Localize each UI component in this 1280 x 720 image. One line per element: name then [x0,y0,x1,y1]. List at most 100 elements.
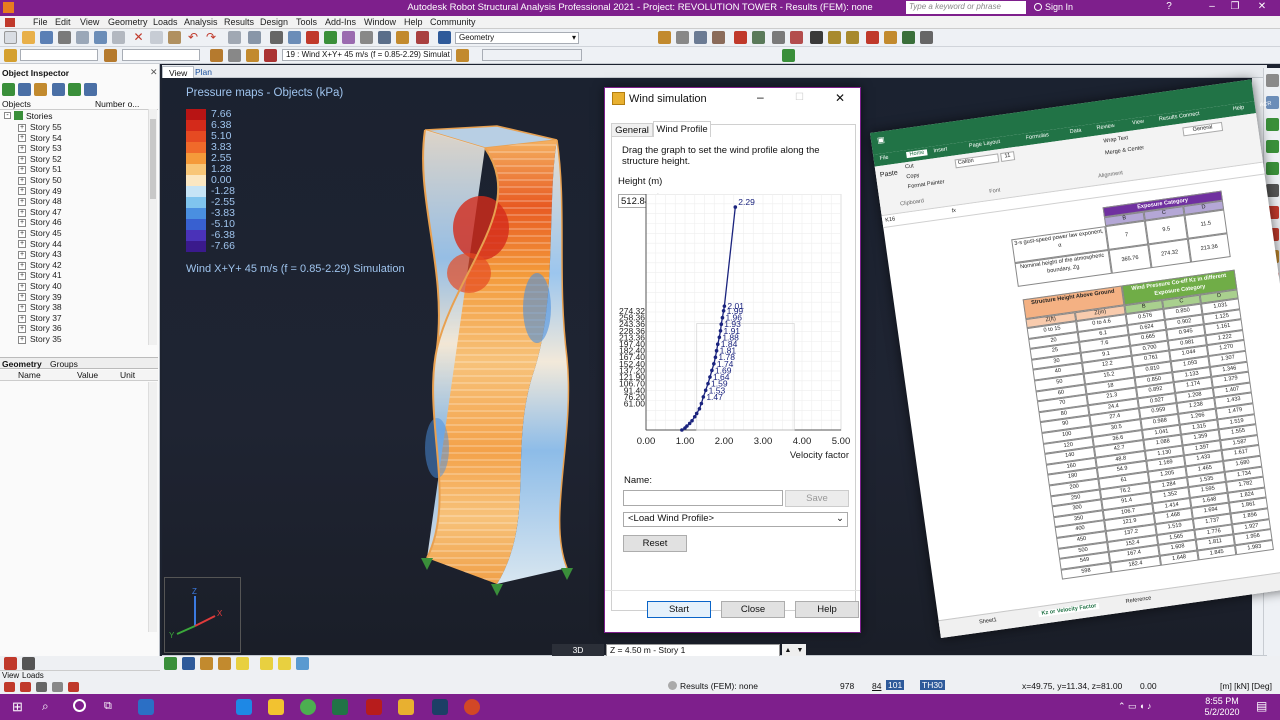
status-icon[interactable] [52,682,63,692]
tree-item-story[interactable]: + Story 38 [18,302,62,312]
status-tab-loads[interactable]: Loads [22,671,44,680]
brush-icon[interactable] [658,31,671,44]
tree-item-story[interactable]: + Story 45 [18,228,62,238]
dialog-minimize-button[interactable]: – [757,90,764,104]
tree-item-story[interactable]: + Story 37 [18,313,62,323]
tool-icon-6[interactable] [1266,184,1279,197]
redo-icon[interactable]: ↷ [206,31,219,44]
menu-design[interactable]: Design [260,17,288,27]
member-icon[interactable] [360,31,373,44]
store-icon[interactable] [138,699,154,715]
tree-item-story[interactable]: + Story 39 [18,292,62,302]
expand-icon[interactable]: + [18,282,26,291]
expand-icon[interactable]: + [18,176,26,185]
tree-item-story[interactable]: + Story 51 [18,164,62,174]
print-icon[interactable] [58,31,71,44]
minimize-button[interactable]: – [1205,1,1219,12]
select-icon[interactable] [104,49,117,62]
filter-input[interactable] [122,49,200,61]
excel-icon[interactable] [332,699,348,715]
tables-icon[interactable] [228,31,241,44]
search-input[interactable]: Type a keyword or phrase [906,1,1026,14]
print-composer-icon[interactable] [112,31,125,44]
expand-icon[interactable]: + [18,303,26,312]
tree-item-story[interactable]: + Story 54 [18,133,62,143]
view-tool-icon[interactable] [260,657,273,670]
file-explorer-icon[interactable] [268,699,284,715]
panel-icon[interactable] [694,31,707,44]
wind-profile-chart[interactable]: 0.00 1.00 2.00 3.00 4.00 5.00 Velocity factor 2… [605,194,855,474]
profile-name-input[interactable] [623,490,783,506]
selection-input[interactable] [20,49,98,61]
tree-scrollbar-thumb[interactable] [150,119,156,199]
preview-icon[interactable] [76,31,89,44]
new-icon[interactable] [4,31,17,44]
reactions-icon[interactable] [306,31,319,44]
chrome-icon[interactable] [300,699,316,715]
status-icon[interactable] [4,682,15,692]
expand-icon[interactable]: + [18,314,26,323]
green-tool-icon[interactable] [902,31,915,44]
menu-help[interactable]: Help [404,17,423,27]
close-button-dialog[interactable]: Close [721,601,785,618]
tree-item-story[interactable]: + Story 49 [18,186,62,196]
edit-icon[interactable] [68,83,81,96]
material-icon[interactable] [734,31,747,44]
tool-icon[interactable] [884,31,897,44]
expand-icon[interactable]: + [18,208,26,217]
expand-icon[interactable]: + [18,166,26,175]
load-case-selector[interactable]: 19 : Wind X+Y+ 45 m/s (f = 0.85-2.29) Si… [282,49,452,61]
analysis-icon[interactable] [416,31,429,44]
sign-in-link[interactable]: Sign In [1045,2,1073,12]
green-person-icon[interactable] [782,49,795,62]
tree-item-story[interactable]: + Story 40 [18,281,62,291]
tree-item-story[interactable]: + Story 50 [18,175,62,185]
tower-model[interactable] [417,118,577,598]
layout-selector[interactable]: Geometry ▾ [455,32,579,44]
tree-item-story[interactable]: + Story 52 [18,154,62,164]
brace-icon[interactable] [846,31,859,44]
panel-count[interactable]: 101 [886,680,905,690]
view-icon[interactable] [438,31,451,44]
view-tool-icon[interactable] [200,657,213,670]
case-red-icon[interactable] [264,49,277,62]
dimension-icon[interactable] [810,31,823,44]
cross-icon[interactable] [828,31,841,44]
notification-icon[interactable]: ▤ [1256,699,1267,713]
open-icon[interactable] [22,31,35,44]
tree-item-story[interactable]: + Story 36 [18,323,62,333]
tab-groups[interactable]: Groups [50,359,78,369]
status-icon[interactable] [36,682,47,692]
tree-item-story[interactable]: + Story 35 [18,334,62,344]
find-icon[interactable] [52,83,65,96]
tool-icon-1[interactable] [1266,74,1279,87]
view-tool-icon[interactable] [182,657,195,670]
tab-geometry[interactable]: Geometry [2,359,42,369]
case-next-icon[interactable] [456,49,469,62]
expand-icon[interactable] [84,83,97,96]
cortana-icon[interactable] [73,699,86,712]
cases-icon[interactable] [246,49,259,62]
gray-tool-icon[interactable] [920,31,933,44]
offset-icon[interactable] [396,31,409,44]
case-icon[interactable] [228,49,241,62]
studio-icon[interactable] [432,699,448,715]
view-tool-icon[interactable] [218,657,231,670]
powerpoint-icon[interactable] [464,699,480,715]
bar-icon[interactable] [772,31,785,44]
release-icon[interactable] [752,31,765,44]
tool-icon-4[interactable] [1266,140,1279,153]
expand-icon[interactable]: + [18,240,26,249]
frame-icon[interactable] [676,31,689,44]
cursor-icon[interactable] [4,49,17,62]
menu-edit[interactable]: Edit [55,17,71,27]
expand-icon[interactable]: + [18,123,26,132]
spring-icon[interactable] [342,31,355,44]
tree-item-story[interactable]: + Story 44 [18,239,62,249]
supports-icon[interactable] [324,31,337,44]
help-button[interactable]: Help [795,601,859,618]
load-profile-select[interactable]: <Load Wind Profile> ⌄ [623,512,848,527]
tray-icons[interactable]: ⌃ ▭ ◖ ♪ [1118,701,1151,712]
expand-icon[interactable]: + [18,197,26,206]
tool-icon-3[interactable] [1266,118,1279,131]
